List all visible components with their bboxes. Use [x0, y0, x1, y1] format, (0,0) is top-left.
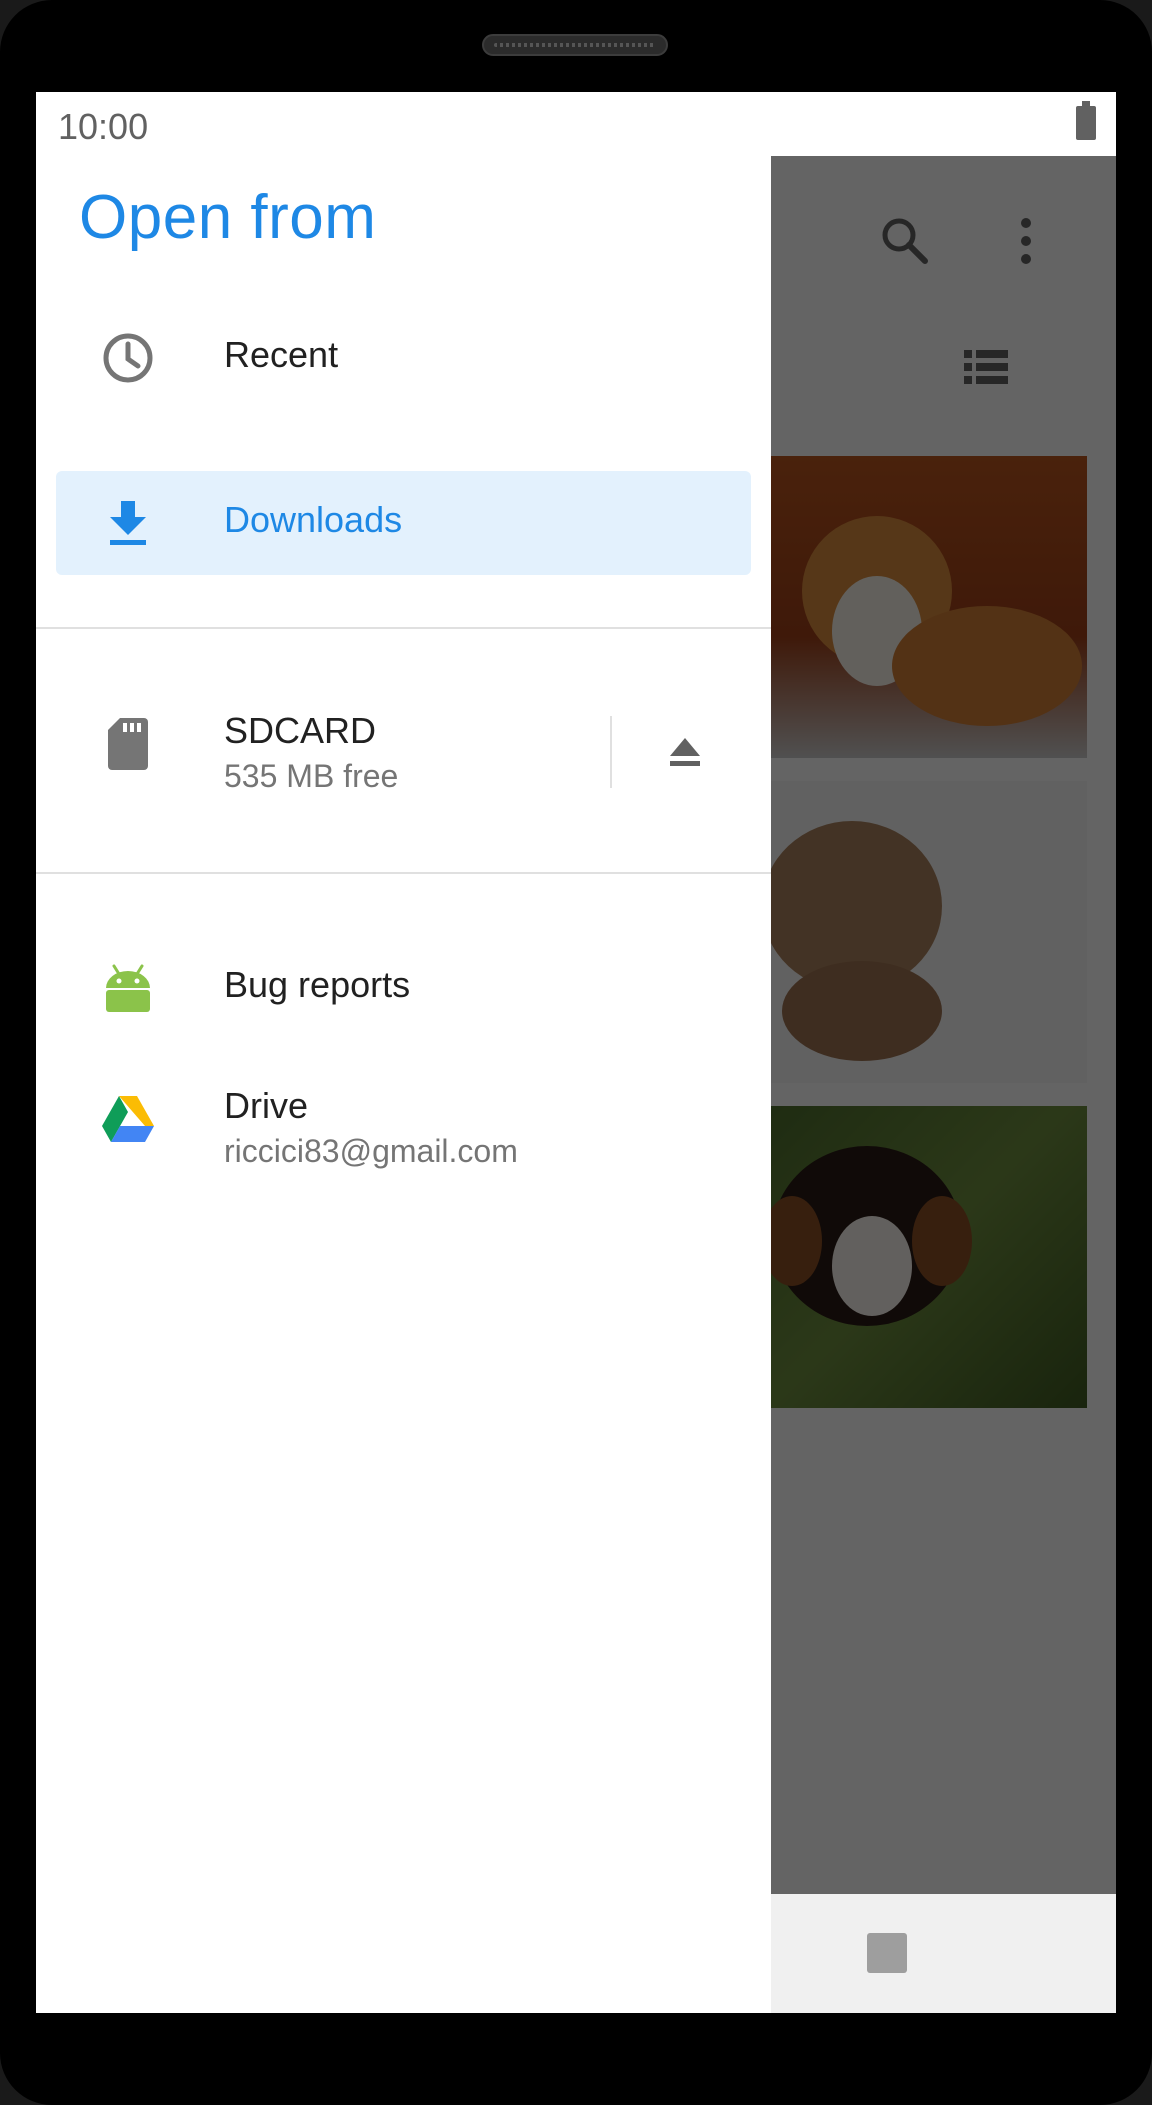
drawer-item-recent[interactable]: Recent [56, 306, 751, 410]
status-bar: 10:00 [36, 92, 1116, 156]
drawer-item-downloads[interactable]: Downloads [56, 471, 751, 575]
drawer-item-label: Recent [224, 334, 339, 375]
sd-card-icon [108, 718, 148, 770]
android-icon [106, 964, 150, 1012]
account-email: riccici83@gmail.com [224, 1133, 518, 1169]
google-drive-icon [102, 1096, 154, 1142]
device-frame: 10:00 Open from Recent Downloads SDCARD … [0, 0, 1152, 2105]
drawer-title: Open from [79, 183, 377, 252]
drawer-item-sdcard[interactable]: SDCARD 535 MB free [56, 706, 751, 810]
earpiece-speaker [482, 34, 668, 56]
drawer-item-bug-reports[interactable]: Bug reports [56, 936, 751, 1040]
recents-button[interactable] [866, 1932, 908, 1974]
battery-icon [1076, 101, 1096, 140]
eject-icon[interactable] [666, 734, 704, 770]
storage-free-text: 535 MB free [224, 758, 399, 794]
drawer-divider [36, 627, 771, 629]
screen: 10:00 Open from Recent Downloads SDCARD … [36, 92, 1116, 2013]
drawer-item-label: Downloads [224, 499, 403, 540]
drawer-item-drive[interactable]: Drive riccici83@gmail.com [56, 1081, 751, 1185]
drawer-item-label: SDCARD [224, 710, 377, 751]
download-icon [110, 501, 146, 545]
vertical-divider [610, 716, 612, 788]
status-time: 10:00 [58, 106, 149, 147]
drawer-item-label: Bug reports [224, 964, 411, 1005]
drawer-divider [36, 872, 771, 874]
navigation-drawer: Open from Recent Downloads SDCARD 535 MB… [36, 156, 771, 2013]
clock-icon [103, 333, 153, 383]
drawer-item-label: Drive [224, 1085, 309, 1126]
